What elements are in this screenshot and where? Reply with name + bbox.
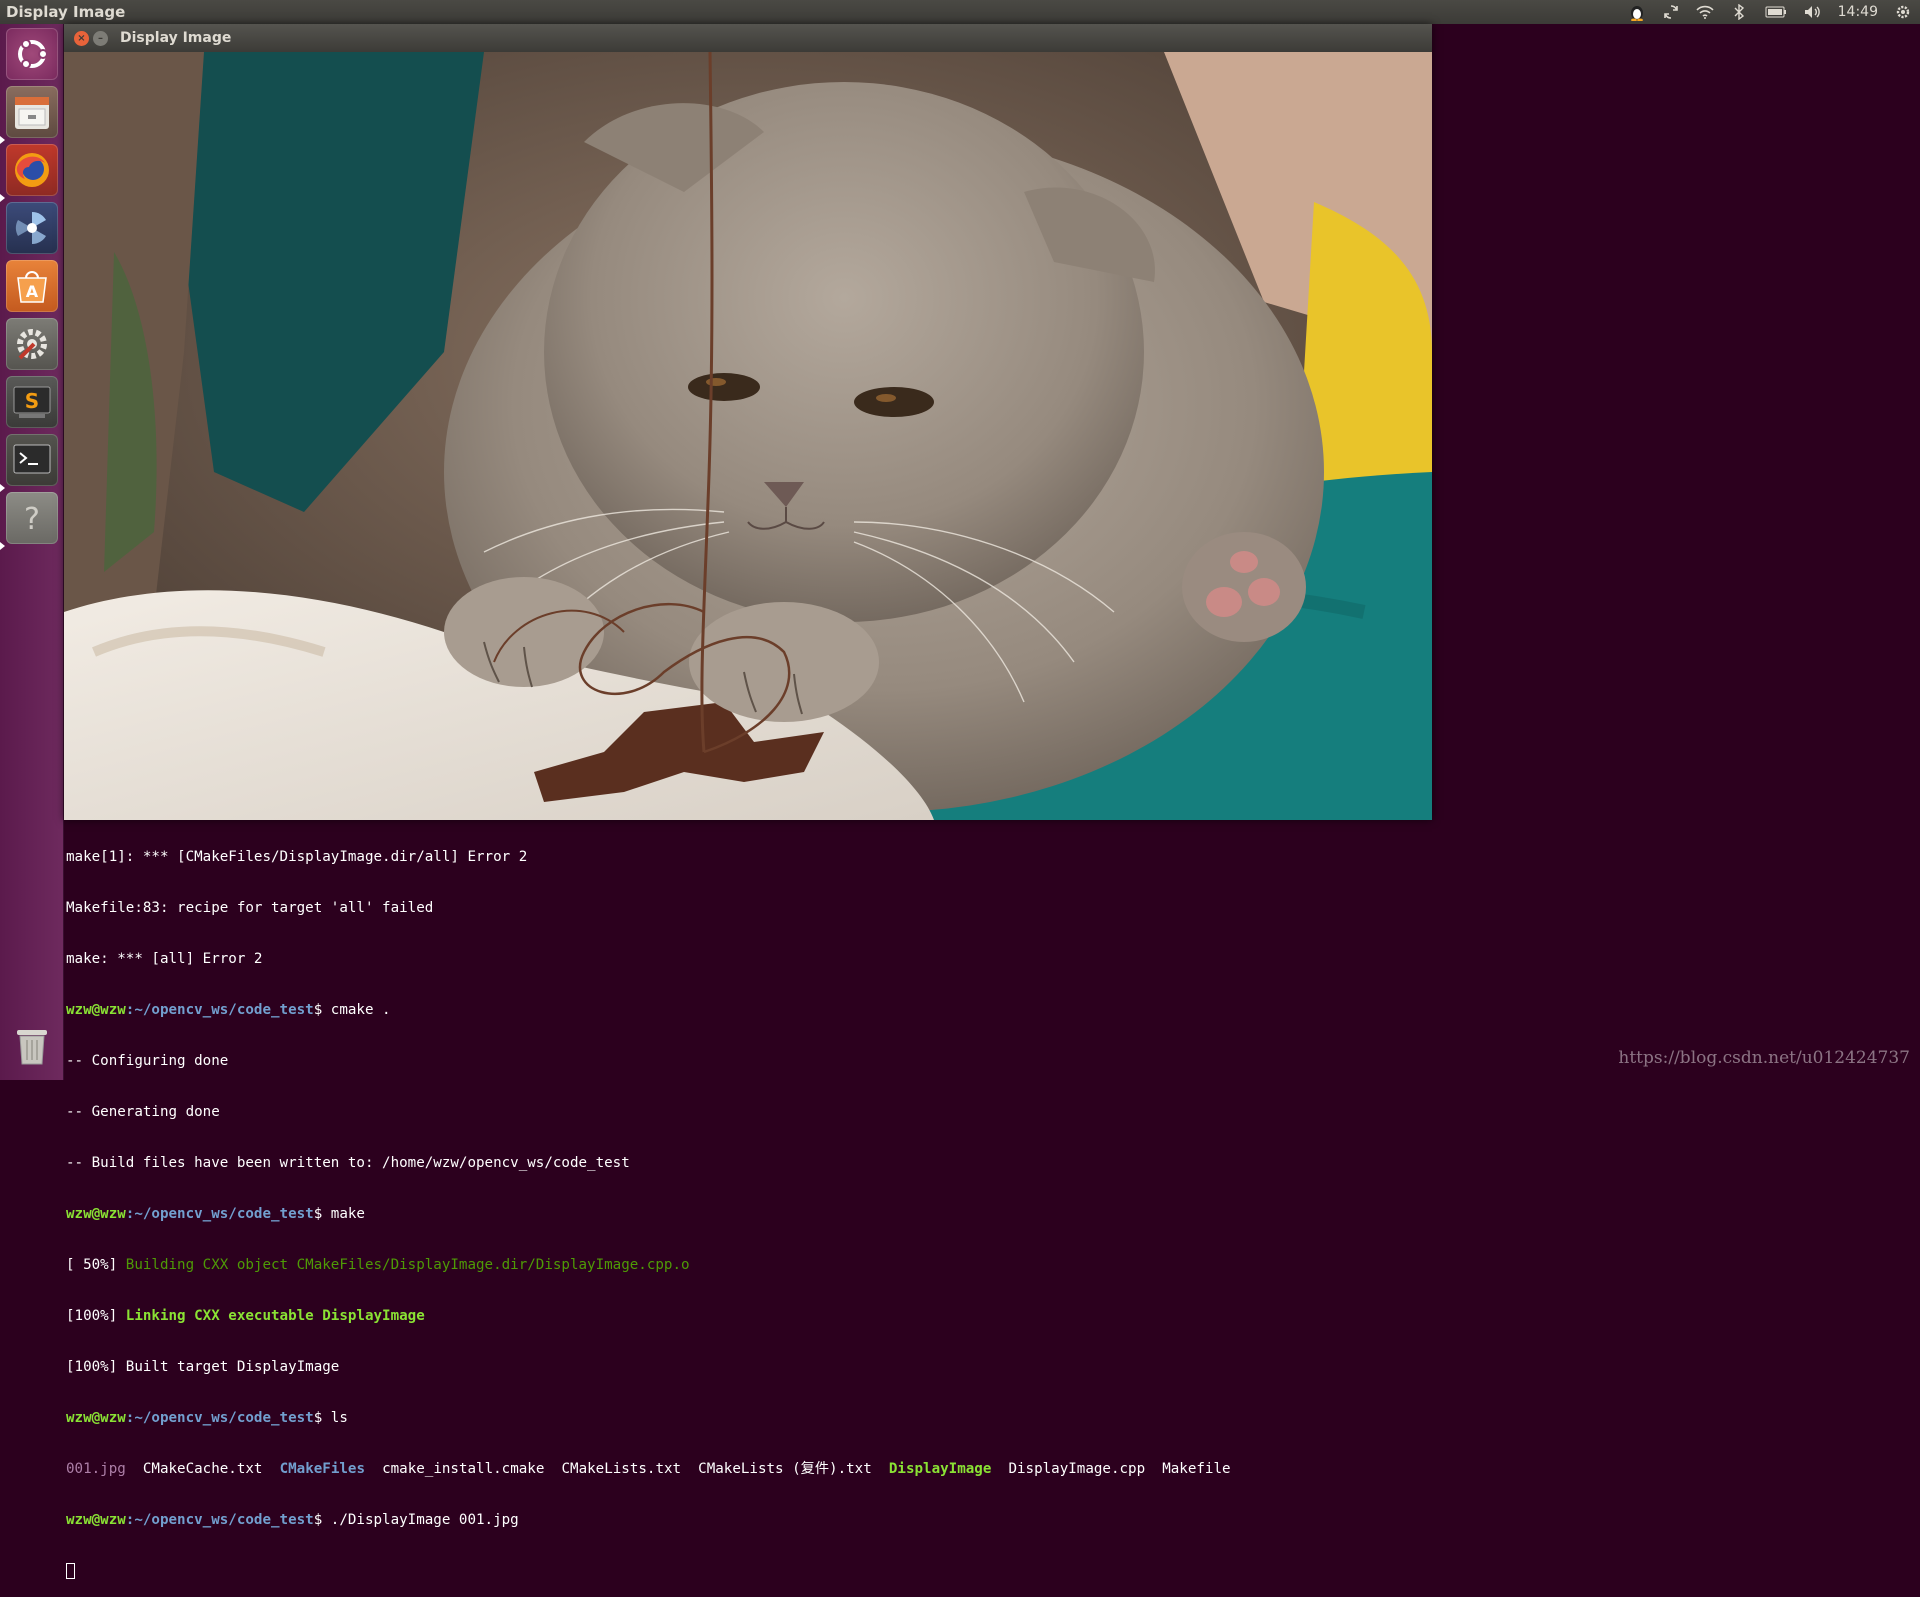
trash-icon bbox=[17, 1030, 47, 1065]
ls-output-line: 001.jpg CMakeCache.txt CMakeFiles cmake_… bbox=[66, 1461, 1906, 1478]
ls-entry: CMakeCache.txt bbox=[142, 1461, 263, 1477]
files-button[interactable] bbox=[6, 86, 58, 138]
clock[interactable]: 14:49 bbox=[1838, 4, 1878, 20]
close-icon: × bbox=[77, 32, 86, 44]
terminal-line: make: *** [all] Error 2 bbox=[66, 951, 263, 967]
window-titlebar[interactable]: × – Display Image bbox=[64, 24, 1432, 52]
firefox-button[interactable] bbox=[6, 144, 58, 196]
terminal-prompt-line: wzw@wzw:~/opencv_ws/code_test$ make bbox=[66, 1206, 365, 1222]
terminal-prompt-line: wzw@wzw:~/opencv_ws/code_test$ ls bbox=[66, 1410, 348, 1426]
ls-entry: DisplayImage bbox=[888, 1461, 992, 1477]
active-app-title: Display Image bbox=[6, 3, 126, 21]
sublime-text-icon: S bbox=[13, 386, 51, 418]
terminal-cursor-line bbox=[66, 1563, 1906, 1580]
bluetooth-icon[interactable] bbox=[1730, 3, 1748, 21]
ls-entry: CMakeLists.txt bbox=[561, 1461, 682, 1477]
terminal-line: [100%] Built target DisplayImage bbox=[66, 1359, 340, 1375]
minimize-button[interactable]: – bbox=[93, 30, 108, 46]
files-icon bbox=[15, 97, 49, 129]
wifi-icon[interactable] bbox=[1696, 3, 1714, 21]
svg-text:A: A bbox=[26, 282, 39, 301]
svg-text:S: S bbox=[25, 389, 39, 413]
terminal-output[interactable]: make[1]: *** [CMakeFiles/DisplayImage.di… bbox=[66, 815, 1906, 1579]
battery-icon[interactable] bbox=[1764, 3, 1788, 21]
terminal-icon bbox=[13, 444, 51, 474]
ls-entry: CMakeFiles bbox=[279, 1461, 365, 1477]
software-center-icon: A bbox=[17, 271, 47, 303]
terminal-button[interactable] bbox=[6, 434, 58, 486]
minimize-icon: – bbox=[98, 32, 103, 44]
terminal-line: Makefile:83: recipe for target 'all' fai… bbox=[66, 900, 434, 916]
ubuntu-dash-icon bbox=[18, 39, 48, 69]
ls-entry: Makefile bbox=[1162, 1461, 1231, 1477]
close-button[interactable]: × bbox=[74, 30, 89, 46]
ubuntu-dash-button[interactable] bbox=[6, 28, 58, 80]
terminal-line: -- Generating done bbox=[66, 1104, 220, 1120]
launcher: A S ? bbox=[0, 24, 64, 1080]
gear-icon[interactable] bbox=[1894, 3, 1912, 21]
system-tray: 14:49 bbox=[1628, 0, 1912, 24]
terminal-prompt-line: wzw@wzw:~/opencv_ws/code_test$ ./Display… bbox=[66, 1512, 519, 1528]
ls-entry: CMakeLists (复件).txt bbox=[698, 1461, 872, 1477]
svg-text:?: ? bbox=[24, 502, 40, 537]
ls-entry: DisplayImage.cpp bbox=[1008, 1461, 1146, 1477]
terminal-line: make[1]: *** [CMakeFiles/DisplayImage.di… bbox=[66, 849, 528, 865]
firefox-icon bbox=[15, 153, 49, 187]
qq-penguin-icon[interactable] bbox=[1628, 3, 1646, 21]
sublime-text-button[interactable]: S bbox=[6, 376, 58, 428]
shotwell-button[interactable] bbox=[6, 202, 58, 254]
system-settings-button[interactable] bbox=[6, 318, 58, 370]
watermark: https://blog.csdn.net/u012424737 bbox=[1618, 1048, 1910, 1068]
volume-icon[interactable] bbox=[1804, 3, 1822, 21]
terminal-line: -- Build files have been written to: /ho… bbox=[66, 1155, 630, 1171]
terminal-prompt-line: wzw@wzw:~/opencv_ws/code_test$ cmake . bbox=[66, 1002, 391, 1018]
trash-button[interactable] bbox=[6, 1020, 58, 1072]
display-image-window[interactable]: × – Display Image bbox=[64, 24, 1432, 820]
cat-photo bbox=[64, 52, 1432, 820]
window-title: Display Image bbox=[120, 30, 232, 46]
software-center-button[interactable]: A bbox=[6, 260, 58, 312]
terminal-cursor bbox=[66, 1563, 75, 1579]
sync-icon[interactable] bbox=[1662, 3, 1680, 21]
terminal-line: [ 50%] Building CXX object CMakeFiles/Di… bbox=[66, 1257, 690, 1273]
ls-entry: 001.jpg bbox=[66, 1461, 126, 1477]
ls-entry: cmake_install.cmake bbox=[382, 1461, 545, 1477]
help-icon: ? bbox=[24, 502, 40, 537]
top-panel: Display Image 14:49 bbox=[0, 0, 1920, 24]
system-settings-icon bbox=[17, 329, 47, 360]
shotwell-icon bbox=[15, 211, 46, 245]
terminal-line: [100%] Linking CXX executable DisplayIma… bbox=[66, 1308, 425, 1324]
help-button[interactable]: ? bbox=[6, 492, 58, 544]
